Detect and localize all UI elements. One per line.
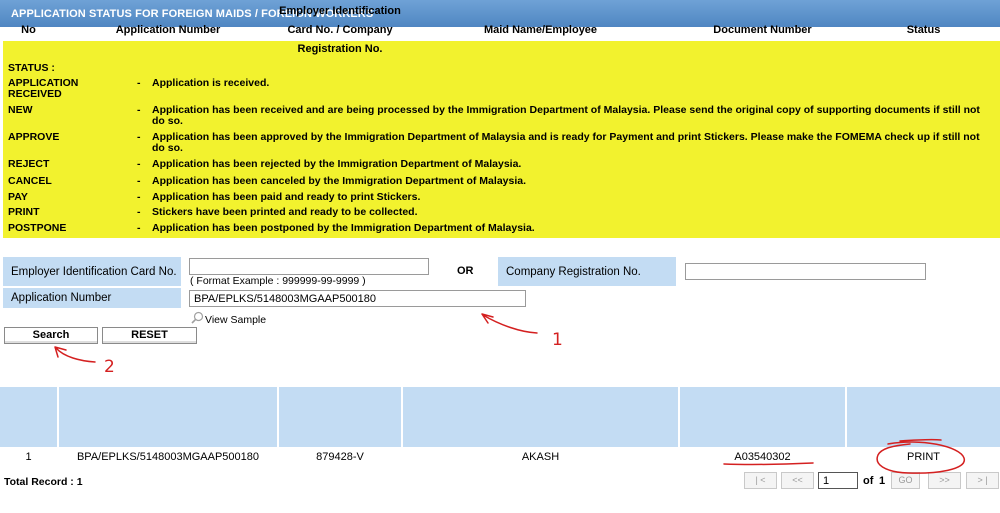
results-table-header [0, 387, 1000, 447]
column-header-application-number: Application Number [115, 23, 221, 36]
cell-employer-id: 879428-V [316, 451, 364, 463]
annotation-label-1: 1 [552, 330, 563, 350]
status-description: Stickers have been printed and ready to … [152, 206, 418, 218]
search-button[interactable]: Search [4, 327, 98, 344]
status-description: Application has been received and are be… [152, 104, 980, 127]
first-page-button[interactable]: | < [744, 472, 777, 489]
column-divider [401, 387, 403, 447]
column-header-employer-id: Employer Identification Card No. / Compa… [279, 4, 401, 55]
status-code: PRINT [8, 206, 40, 218]
or-separator: OR [457, 265, 474, 277]
arrow-1 [481, 313, 538, 334]
status-code: PAY [8, 191, 28, 203]
page-number-input[interactable] [818, 472, 858, 489]
page-of-label: of [863, 475, 874, 487]
view-sample-label: View Sample [205, 314, 267, 326]
employer-ic-input[interactable] [189, 258, 429, 275]
column-header-status: Status [906, 23, 941, 36]
go-button[interactable]: GO [891, 472, 920, 489]
employer-ic-format-hint: ( Format Example : 999999-99-9999 ) [190, 275, 366, 287]
status-separator: - [137, 191, 141, 203]
status-code: CANCEL [8, 175, 52, 187]
annotation-label-2: 2 [104, 357, 115, 377]
company-reg-label: Company Registration No. [498, 257, 676, 286]
company-reg-input[interactable] [685, 263, 926, 280]
arrow-2 [54, 346, 96, 363]
cell-document-number: A03540302 [734, 451, 791, 463]
status-description: Application has been canceled by the Imm… [152, 175, 527, 187]
status-separator: - [137, 158, 141, 170]
reset-button[interactable]: RESET [102, 327, 197, 344]
column-header-maid-name: Maid Name/Employee [483, 23, 598, 36]
status-description: Application has been rejected by the Imm… [152, 158, 522, 170]
column-divider [678, 387, 680, 447]
status-code: APPROVE [8, 131, 60, 143]
status-separator: - [137, 175, 141, 187]
status-separator: - [137, 131, 141, 143]
total-record: Total Record : 1 [4, 476, 83, 488]
status-code: APPLICATION RECEIVED [8, 77, 79, 100]
prev-page-button[interactable]: << [781, 472, 814, 489]
column-header-document-number: Document Number [713, 23, 812, 36]
status-separator: - [137, 77, 141, 89]
column-divider [845, 387, 847, 447]
status-heading: STATUS : [8, 62, 55, 74]
column-header-no: No [21, 23, 36, 36]
last-page-button[interactable]: > | [966, 472, 999, 489]
status-separator: - [137, 104, 141, 116]
next-page-button[interactable]: >> [928, 472, 961, 489]
column-divider [57, 387, 59, 447]
cell-status: PRINT [907, 451, 940, 463]
status-code: REJECT [8, 158, 50, 170]
column-divider [277, 387, 279, 447]
status-code: POSTPONE [8, 222, 67, 234]
status-description: Application is received. [152, 77, 270, 89]
status-description: Application has been paid and ready to p… [152, 191, 421, 203]
cell-maid-name: AKASH [521, 451, 560, 463]
magnifier-icon [191, 311, 204, 324]
application-number-input[interactable] [189, 290, 526, 307]
status-code: NEW [8, 104, 33, 116]
status-separator: - [137, 206, 141, 218]
cell-application-number: BPA/EPLKS/5148003MGAAP500180 [76, 451, 260, 463]
employer-ic-label: Employer Identification Card No. [3, 257, 181, 286]
total-pages: 1 [879, 475, 886, 487]
status-legend: STATUS : APPLICATION RECEIVED - Applicat… [3, 41, 1000, 238]
status-separator: - [137, 222, 141, 234]
status-description: Application has been approved by the Imm… [152, 131, 980, 154]
cell-no: 1 [25, 451, 32, 463]
status-description: Application has been postponed by the Im… [152, 222, 535, 234]
view-sample-link[interactable]: View Sample [191, 309, 267, 326]
application-number-label: Application Number [3, 288, 181, 308]
